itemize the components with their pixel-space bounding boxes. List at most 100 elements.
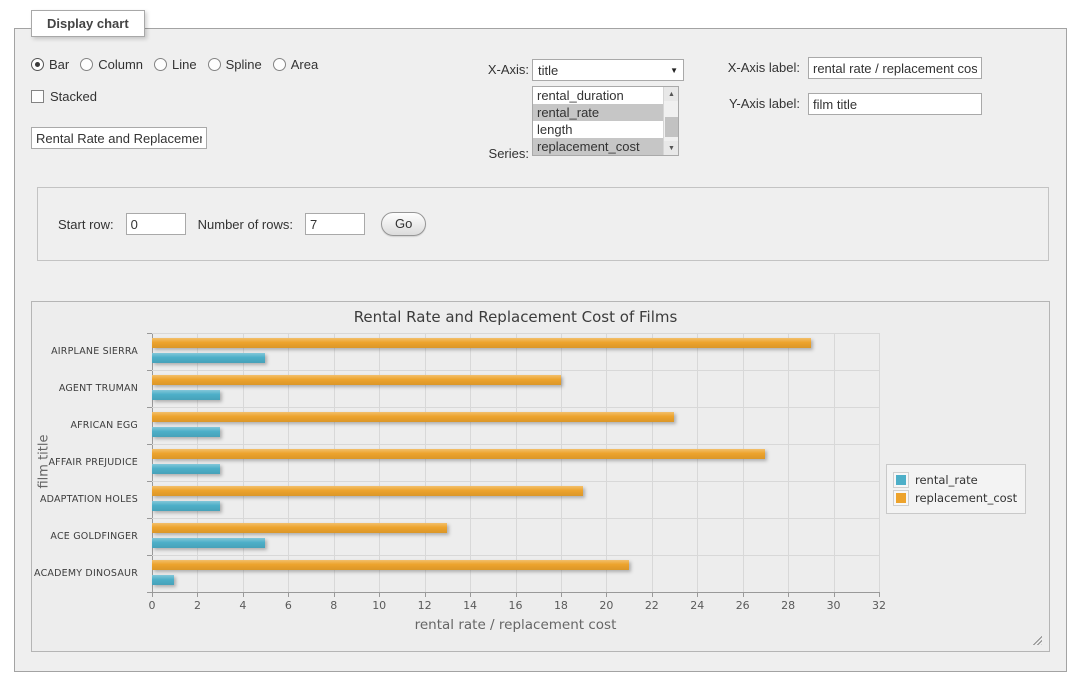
legend-label: rental_rate bbox=[915, 473, 978, 487]
bar bbox=[152, 338, 811, 348]
radio-area[interactable]: Area bbox=[273, 57, 318, 72]
category-band bbox=[152, 333, 879, 370]
bar bbox=[152, 464, 220, 474]
gridline bbox=[152, 592, 879, 593]
category-label: AFRICAN EGG bbox=[32, 407, 145, 444]
radio-label: Column bbox=[98, 57, 143, 72]
listbox-option[interactable]: replacement_cost bbox=[533, 138, 678, 155]
x-axis-label: X-Axis: bbox=[445, 62, 529, 77]
x-axis-label-field[interactable] bbox=[808, 57, 982, 79]
tick-label: 18 bbox=[554, 599, 568, 612]
category-band bbox=[152, 481, 879, 518]
radio-button-icon bbox=[154, 58, 167, 71]
chevron-down-icon: ▼ bbox=[670, 66, 678, 75]
tick-label: 10 bbox=[372, 599, 386, 612]
legend-item: rental_rate bbox=[893, 472, 1017, 488]
radio-button-icon bbox=[31, 58, 44, 71]
radio-spline[interactable]: Spline bbox=[208, 57, 262, 72]
tick-label: 6 bbox=[285, 599, 292, 612]
chart-title-input[interactable] bbox=[31, 127, 207, 149]
radio-label: Spline bbox=[226, 57, 262, 72]
checkbox-icon bbox=[31, 90, 44, 103]
series-label: Series: bbox=[445, 146, 529, 161]
tick-label: 24 bbox=[690, 599, 704, 612]
chart-panel: Rental Rate and Replacement Cost of Film… bbox=[31, 301, 1050, 652]
category-band bbox=[152, 370, 879, 407]
tick-label: 14 bbox=[463, 599, 477, 612]
listbox-option[interactable]: rental_duration bbox=[533, 87, 678, 104]
bar bbox=[152, 449, 765, 459]
tick-label: 0 bbox=[149, 599, 156, 612]
bar bbox=[152, 486, 583, 496]
tick-label: 30 bbox=[827, 599, 841, 612]
category-band bbox=[152, 407, 879, 444]
legend-swatch-color bbox=[896, 475, 906, 485]
radio-line[interactable]: Line bbox=[154, 57, 197, 72]
radio-label: Line bbox=[172, 57, 197, 72]
legend-swatch-color bbox=[896, 493, 906, 503]
start-row-input[interactable] bbox=[126, 213, 186, 235]
scroll-thumb[interactable] bbox=[665, 117, 678, 137]
tick-label: 20 bbox=[599, 599, 613, 612]
radio-button-icon bbox=[80, 58, 93, 71]
x-axis-select[interactable]: title ▼ bbox=[532, 59, 684, 81]
listbox-option[interactable]: length bbox=[533, 121, 678, 138]
legend-swatch bbox=[893, 472, 909, 488]
bar bbox=[152, 560, 629, 570]
bar bbox=[152, 412, 674, 422]
tick-label: 8 bbox=[330, 599, 337, 612]
gridline bbox=[879, 333, 880, 592]
tick-label: 28 bbox=[781, 599, 795, 612]
pager-panel: Start row: Number of rows: Go bbox=[37, 187, 1049, 261]
tick-label: 22 bbox=[645, 599, 659, 612]
bar bbox=[152, 501, 220, 511]
resize-grip-icon[interactable] bbox=[1031, 634, 1042, 645]
category-label: ACE GOLDFINGER bbox=[32, 518, 145, 555]
radio-column[interactable]: Column bbox=[80, 57, 143, 72]
x-axis-label-field-label: X-Axis label: bbox=[710, 60, 800, 75]
tick-label: 12 bbox=[418, 599, 432, 612]
category-band bbox=[152, 555, 879, 592]
tick-label: 2 bbox=[194, 599, 201, 612]
chart-legend: rental_rate replacement_cost bbox=[886, 464, 1026, 514]
radio-button-icon bbox=[273, 58, 286, 71]
category-label: ADAPTATION HOLES bbox=[32, 481, 145, 518]
start-row-label: Start row: bbox=[58, 217, 114, 232]
axis-tick bbox=[147, 592, 152, 593]
display-chart-fieldset: Display chart BarColumnLineSplineArea St… bbox=[14, 28, 1067, 672]
page: Display chart Bar Column Line Spline Area St… bbox=[0, 0, 1081, 681]
series-options: rental_durationrental_ratelengthreplacem… bbox=[533, 87, 678, 155]
display-chart-tab: Display chart bbox=[31, 10, 145, 37]
scroll-up-icon[interactable]: ▲ bbox=[664, 87, 679, 101]
radio-button-icon bbox=[208, 58, 221, 71]
listbox-option[interactable]: rental_rate bbox=[533, 104, 678, 121]
bar bbox=[152, 538, 265, 548]
tick-label: 16 bbox=[509, 599, 523, 612]
category-band bbox=[152, 444, 879, 481]
bar bbox=[152, 353, 265, 363]
radio-bar[interactable]: Bar bbox=[31, 57, 69, 72]
series-listbox[interactable]: rental_durationrental_ratelengthreplacem… bbox=[532, 86, 679, 156]
stacked-checkbox[interactable]: Stacked bbox=[31, 89, 97, 104]
chart-type-radiogroup: Bar Column Line Spline Area bbox=[31, 57, 329, 72]
go-button[interactable]: Go bbox=[381, 212, 426, 236]
plot-area: 02468101214161820222426283032 bbox=[152, 333, 879, 592]
stacked-label: Stacked bbox=[50, 89, 97, 104]
tick-label: 26 bbox=[736, 599, 750, 612]
bar bbox=[152, 427, 220, 437]
category-label: AGENT TRUMAN bbox=[32, 370, 145, 407]
legend-label: replacement_cost bbox=[915, 491, 1017, 505]
axis-tick bbox=[879, 592, 880, 597]
scroll-down-icon[interactable]: ▼ bbox=[664, 141, 679, 155]
radio-label: Area bbox=[291, 57, 318, 72]
bar bbox=[152, 523, 447, 533]
category-label: AFFAIR PREJUDICE bbox=[32, 444, 145, 481]
listbox-scrollbar[interactable]: ▲ ▼ bbox=[663, 87, 678, 155]
number-of-rows-input[interactable] bbox=[305, 213, 365, 235]
y-axis-label-field[interactable] bbox=[808, 93, 982, 115]
category-label: ACADEMY DINOSAUR bbox=[32, 555, 145, 592]
category-band bbox=[152, 518, 879, 555]
display-chart-tab-label: Display chart bbox=[47, 16, 129, 31]
radio-label: Bar bbox=[49, 57, 69, 72]
bar bbox=[152, 375, 561, 385]
